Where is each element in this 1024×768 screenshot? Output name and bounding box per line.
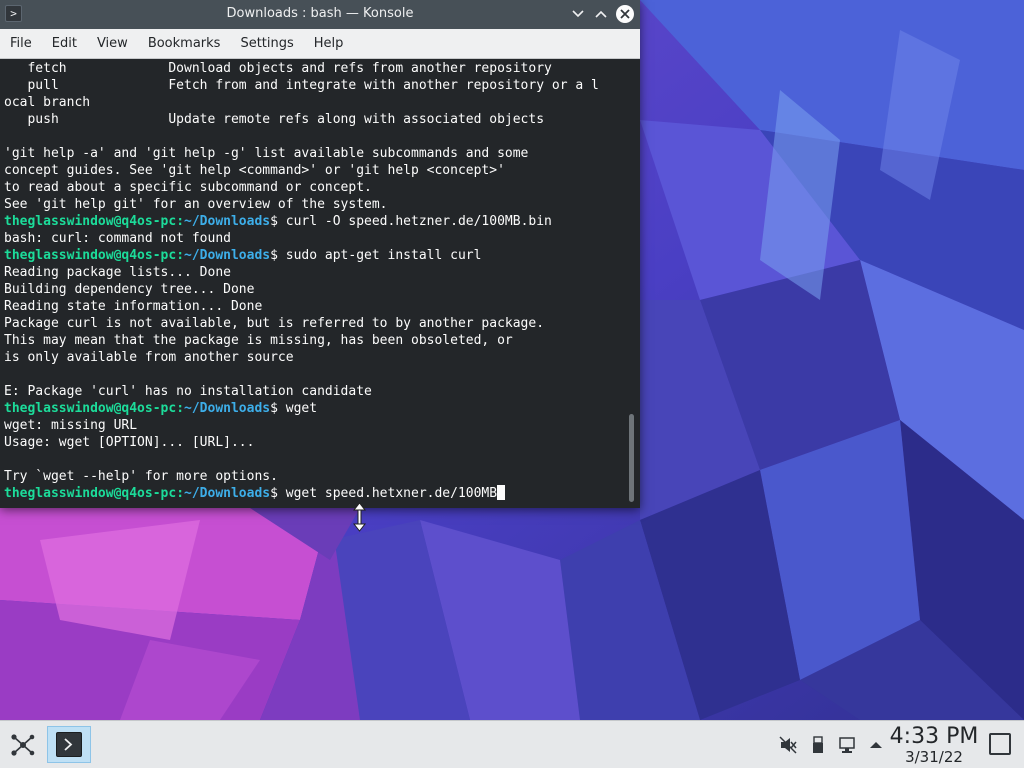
terminal-text: concept guides. See 'git help <command>'… bbox=[4, 163, 505, 178]
terminal-text: wget: missing URL bbox=[4, 418, 138, 433]
prompt-separator: : bbox=[176, 248, 185, 263]
prompt-command: $ wget bbox=[270, 401, 318, 416]
menu-help[interactable]: Help bbox=[304, 29, 354, 59]
terminal-text: is only available from another source bbox=[4, 350, 294, 365]
resize-cursor-icon bbox=[352, 502, 367, 532]
terminal-output-line: Reading package lists... Done bbox=[4, 264, 624, 281]
text-cursor bbox=[497, 485, 506, 500]
terminal-text: Building dependency tree... Done bbox=[4, 282, 255, 297]
terminal-output-line: concept guides. See 'git help <command>'… bbox=[4, 162, 624, 179]
terminal-text: Try `wget --help' for more options. bbox=[4, 469, 278, 484]
scrollbar-thumb[interactable] bbox=[629, 414, 634, 502]
terminal-output-line: Building dependency tree... Done bbox=[4, 281, 624, 298]
terminal-output-line: push Update remote refs along with assoc… bbox=[4, 111, 624, 128]
usb-device-icon[interactable] bbox=[808, 735, 828, 755]
window-title: Downloads : bash — Konsole bbox=[226, 6, 414, 21]
terminal-output-line: Reading state information... Done bbox=[4, 298, 624, 315]
terminal-output-line: fetch Download objects and refs from ano… bbox=[4, 60, 624, 77]
terminal-output-line: is only available from another source bbox=[4, 349, 624, 366]
clock-date[interactable]: 3/31/22 bbox=[888, 748, 980, 766]
terminal-text: push Update remote refs along with assoc… bbox=[4, 112, 545, 127]
network-wired-icon[interactable] bbox=[838, 735, 858, 755]
prompt-path: ~/Downloads bbox=[184, 214, 271, 229]
prompt-user-host: theglasswindow@q4os-pc bbox=[4, 214, 177, 229]
terminal-text: See 'git help git' for an overview of th… bbox=[4, 197, 388, 212]
terminal-output-line: This may mean that the package is missin… bbox=[4, 332, 624, 349]
prompt-command: $ sudo apt-get install curl bbox=[270, 248, 482, 263]
chevron-up-icon bbox=[595, 10, 607, 18]
terminal-scrollbar[interactable] bbox=[624, 59, 640, 508]
terminal-text: pull Fetch from and integrate with anoth… bbox=[4, 78, 599, 93]
close-icon bbox=[620, 9, 630, 19]
taskbar-konsole-task[interactable] bbox=[47, 726, 91, 763]
menu-bookmarks[interactable]: Bookmarks bbox=[138, 29, 231, 59]
terminal-output-line: Try `wget --help' for more options. bbox=[4, 468, 624, 485]
menu-view[interactable]: View bbox=[87, 29, 138, 59]
prompt-path: ~/Downloads bbox=[184, 486, 271, 501]
muted-volume-icon[interactable] bbox=[778, 735, 798, 755]
terminal-output-line: E: Package 'curl' has no installation ca… bbox=[4, 383, 624, 400]
konsole-window[interactable]: > Downloads : bash — Konsole File Edit V… bbox=[0, 0, 640, 508]
terminal-output-line: to read about a specific subcommand or c… bbox=[4, 179, 624, 196]
menu-edit[interactable]: Edit bbox=[42, 29, 87, 59]
terminal-text: Reading state information... Done bbox=[4, 299, 263, 314]
prompt-path: ~/Downloads bbox=[184, 401, 271, 416]
prompt-separator: : bbox=[176, 486, 185, 501]
terminal-prompt-line: theglasswindow@q4os-pc:~/Downloads$ wget bbox=[4, 400, 624, 417]
terminal-output-line: bash: curl: command not found bbox=[4, 230, 624, 247]
terminal-text: fetch Download objects and refs from ano… bbox=[4, 61, 552, 76]
prompt-user-host: theglasswindow@q4os-pc bbox=[4, 401, 177, 416]
expand-tray-icon[interactable] bbox=[866, 735, 886, 755]
maximize-button[interactable] bbox=[592, 5, 610, 23]
menu-settings[interactable]: Settings bbox=[230, 29, 303, 59]
minimize-button[interactable] bbox=[569, 5, 587, 23]
terminal-prompt-line: theglasswindow@q4os-pc:~/Downloads$ curl… bbox=[4, 213, 624, 230]
terminal-output-line: Usage: wget [OPTION]... [URL]... bbox=[4, 434, 624, 451]
prompt-path: ~/Downloads bbox=[184, 248, 271, 263]
terminal-text: 'git help -a' and 'git help -g' list ava… bbox=[4, 146, 529, 161]
terminal-text: E: Package 'curl' has no installation ca… bbox=[4, 384, 372, 399]
prompt-user-host: theglasswindow@q4os-pc bbox=[4, 486, 177, 501]
terminal-text: bash: curl: command not found bbox=[4, 231, 231, 246]
prompt-user-host: theglasswindow@q4os-pc bbox=[4, 248, 177, 263]
prompt-command: $ wget speed.hetxner.de/100MB bbox=[270, 486, 498, 501]
terminal-output-line: ocal branch bbox=[4, 94, 624, 111]
terminal-output-line: 'git help -a' and 'git help -g' list ava… bbox=[4, 145, 624, 162]
terminal-text: This may mean that the package is missin… bbox=[4, 333, 513, 348]
terminal-output-line: See 'git help git' for an overview of th… bbox=[4, 196, 624, 213]
terminal-output-line: pull Fetch from and integrate with anoth… bbox=[4, 77, 624, 94]
prompt-separator: : bbox=[176, 214, 185, 229]
terminal-text: Reading package lists... Done bbox=[4, 265, 231, 280]
terminal-output[interactable]: fetch Download objects and refs from ano… bbox=[0, 59, 624, 508]
prompt-separator: : bbox=[176, 401, 185, 416]
show-desktop-button[interactable] bbox=[989, 733, 1011, 755]
application-launcher-icon[interactable] bbox=[8, 731, 38, 759]
window-titlebar[interactable]: > Downloads : bash — Konsole bbox=[0, 0, 640, 29]
clock-time[interactable]: 4:33 PM bbox=[888, 724, 980, 749]
chevron-down-icon bbox=[572, 10, 584, 18]
terminal-prompt-line: theglasswindow@q4os-pc:~/Downloads$ wget… bbox=[4, 485, 624, 502]
konsole-icon bbox=[56, 732, 82, 757]
terminal-text: Package curl is not available, but is re… bbox=[4, 316, 545, 331]
terminal-prompt-line: theglasswindow@q4os-pc:~/Downloads$ sudo… bbox=[4, 247, 624, 264]
terminal-output-line: Package curl is not available, but is re… bbox=[4, 315, 624, 332]
menu-bar: File Edit View Bookmarks Settings Help bbox=[0, 29, 640, 59]
menu-file[interactable]: File bbox=[0, 29, 42, 59]
terminal-text: to read about a specific subcommand or c… bbox=[4, 180, 372, 195]
terminal-text: ocal branch bbox=[4, 95, 91, 110]
prompt-command: $ curl -O speed.hetzner.de/100MB.bin bbox=[270, 214, 552, 229]
close-button[interactable] bbox=[616, 5, 634, 23]
terminal-text: Usage: wget [OPTION]... [URL]... bbox=[4, 435, 255, 450]
terminal-output-line: wget: missing URL bbox=[4, 417, 624, 434]
